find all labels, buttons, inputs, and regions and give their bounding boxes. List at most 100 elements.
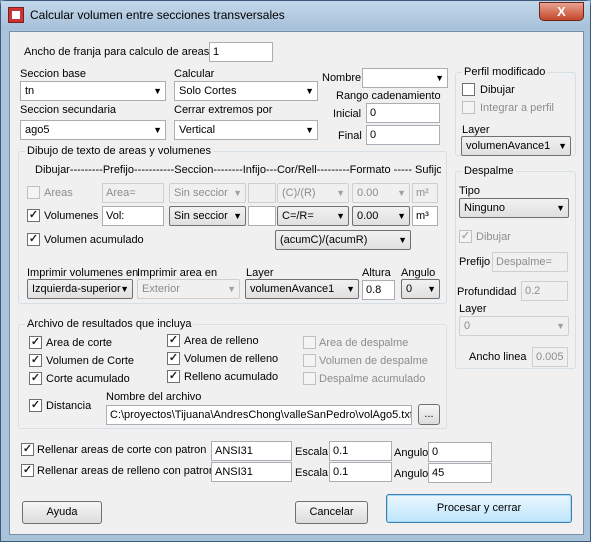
perfil-integrar-checkbox[interactable] — [462, 101, 475, 114]
patron-corte-input[interactable]: ANSI31 — [211, 441, 292, 461]
dibujo-column-header: Dibujar---------Prefijo-----------Seccio… — [35, 164, 441, 176]
area-despalme-checkbox[interactable] — [303, 336, 316, 349]
volumen-relleno-checkbox[interactable]: ✓ — [167, 352, 180, 365]
angulo-value: 0 — [406, 283, 413, 295]
volumenes-sufijo-input[interactable]: m³ — [412, 206, 438, 226]
areas-correll-select[interactable]: (C)/(R) ▼ — [277, 183, 349, 203]
area-corte-checkbox[interactable]: ✓ — [29, 336, 42, 349]
patron-corte-angulo-label: Angulo — [394, 447, 429, 459]
despalme-acumulado-checkbox[interactable] — [303, 372, 316, 385]
cerrar-extremos-select[interactable]: Vertical ▼ — [174, 120, 318, 140]
imprimir-area-label: Imprimir area en — [137, 267, 218, 279]
calcular-select[interactable]: Solo Cortes ▼ — [174, 81, 318, 101]
volumenes-correll-value: C=/R= — [282, 210, 314, 222]
volumenes-correll-select[interactable]: C=/R= ▼ — [277, 206, 349, 226]
areas-prefijo-input[interactable]: Area= — [102, 183, 164, 203]
chevron-down-icon: ▼ — [558, 141, 567, 151]
relleno-acumulado-checkbox[interactable]: ✓ — [167, 370, 180, 383]
rango-label: Rango cadenamiento — [336, 90, 441, 102]
ayuda-button[interactable]: Ayuda — [22, 501, 102, 524]
volumenes-seccion-select[interactable]: Sin seccior ▼ — [169, 206, 246, 226]
app-icon — [8, 7, 24, 23]
despalme-layer-label: Layer — [459, 303, 487, 315]
corte-acumulado-checkbox[interactable]: ✓ — [29, 372, 42, 385]
chevron-down-icon: ▼ — [398, 235, 407, 245]
perfil-layer-select[interactable]: volumenAvance1 ▼ — [461, 136, 571, 156]
patron-corte-angulo-input[interactable]: 0 — [428, 442, 492, 462]
cancelar-button[interactable]: Cancelar — [295, 501, 368, 524]
seccion-base-select[interactable]: tn ▼ — [20, 81, 166, 101]
nombre-select[interactable]: ▼ — [362, 68, 448, 88]
volumenes-checkbox[interactable]: ✓ — [27, 209, 40, 222]
volumen-acumulado-label: Volumen acumulado — [44, 234, 144, 246]
imprimir-area-select[interactable]: Exterior ▼ — [137, 279, 240, 299]
title-bar: Calcular volumen entre secciones transve… — [1, 1, 590, 29]
patron-relleno-input[interactable]: ANSI31 — [211, 462, 292, 482]
patron-relleno-checkbox[interactable]: ✓ — [21, 464, 34, 477]
perfil-layer-label: Layer — [462, 124, 490, 136]
areas-formato-select[interactable]: 0.00 ▼ — [352, 183, 410, 203]
perfil-dibujar-checkbox[interactable] — [462, 83, 475, 96]
chevron-down-icon: ▼ — [346, 284, 355, 294]
patron-corte-checkbox[interactable]: ✓ — [21, 443, 34, 456]
inicial-input[interactable]: 0 — [366, 103, 440, 123]
corte-acumulado-label: Corte acumulado — [46, 373, 130, 385]
final-label: Final — [338, 130, 362, 142]
volumen-acumulado-checkbox[interactable]: ✓ — [27, 233, 40, 246]
seccion-secundaria-select[interactable]: ago5 ▼ — [20, 120, 166, 140]
patron-relleno-escala-input[interactable]: 0.1 — [329, 462, 392, 482]
despalme-tipo-select[interactable]: Ninguno ▼ — [459, 198, 569, 218]
patron-relleno-angulo-input[interactable]: 45 — [428, 463, 492, 483]
despalme-tipo-value: Ninguno — [464, 202, 505, 214]
dialog-body: Ancho de franja para calculo de areas 1 … — [9, 31, 584, 535]
nombre-archivo-label: Nombre del archivo — [106, 391, 202, 403]
cerrar-extremos-label: Cerrar extremos por — [174, 104, 273, 116]
imprimir-volumenes-label: Imprimir volumenes en — [27, 267, 139, 279]
volumen-acumulado-select[interactable]: (acumC)/(acumR) ▼ — [275, 230, 411, 250]
volumen-despalme-checkbox[interactable] — [303, 354, 316, 367]
volumen-corte-checkbox[interactable]: ✓ — [29, 354, 42, 367]
distancia-checkbox[interactable]: ✓ — [29, 399, 42, 412]
despalme-profundidad-input[interactable]: 0.2 — [521, 281, 568, 301]
imprimir-volumenes-select[interactable]: Izquierda-superior ▼ — [27, 279, 133, 299]
volumen-corte-label: Volumen de Corte — [46, 355, 135, 367]
despalme-prefijo-input[interactable]: Despalme= — [492, 252, 568, 272]
ancho-label: Ancho de franja para calculo de areas — [24, 46, 210, 58]
dibujo-layer-select[interactable]: volumenAvance1 ▼ — [245, 279, 359, 299]
areas-seccion-select[interactable]: Sin seccior ▼ — [169, 183, 246, 203]
chevron-down-icon: ▼ — [305, 125, 314, 135]
despalme-layer-select[interactable]: 0 ▼ — [459, 316, 569, 336]
areas-infijo-input[interactable] — [248, 183, 276, 203]
chevron-down-icon: ▼ — [153, 86, 162, 96]
seccion-secundaria-label: Seccion secundaria — [20, 104, 117, 116]
dialog-window: Calcular volumen entre secciones transve… — [0, 0, 591, 542]
despalme-dibujar-checkbox[interactable]: ✓ — [459, 230, 472, 243]
nombre-archivo-input[interactable]: C:\proyectos\Tijuana\AndresChong\valleSa… — [106, 405, 412, 425]
areas-checkbox[interactable] — [27, 186, 40, 199]
relleno-acumulado-label: Relleno acumulado — [184, 371, 279, 383]
patron-relleno-angulo-label: Angulo — [394, 468, 429, 480]
volumenes-formato-select[interactable]: 0.00 ▼ — [352, 206, 410, 226]
chevron-down-icon: ▼ — [233, 188, 242, 198]
ancho-linea-input[interactable]: 0.005 — [532, 347, 568, 367]
altura-input[interactable]: 0.8 — [362, 280, 395, 300]
volumenes-infijo-input[interactable] — [248, 206, 276, 226]
procesar-cerrar-button[interactable]: Procesar y cerrar — [386, 494, 572, 523]
browse-button[interactable]: ... — [418, 404, 440, 425]
despalme-prefijo-label: Prefijo — [459, 256, 491, 268]
areas-sufijo-input[interactable]: m² — [412, 183, 438, 203]
ancho-input[interactable]: 1 — [209, 42, 273, 62]
final-input[interactable]: 0 — [366, 125, 440, 145]
despalme-dibujar-label: Dibujar — [476, 231, 511, 243]
chevron-down-icon: ▼ — [227, 284, 236, 294]
area-relleno-checkbox[interactable]: ✓ — [167, 334, 180, 347]
inicial-label: Inicial — [333, 108, 362, 120]
volumenes-prefijo-input[interactable]: Vol: — [102, 206, 164, 226]
volumen-relleno-label: Volumen de relleno — [184, 353, 279, 365]
chevron-down-icon: ▼ — [427, 284, 436, 294]
volumen-acumulado-value: (acumC)/(acumR) — [280, 234, 368, 246]
angulo-select[interactable]: 0 ▼ — [401, 279, 440, 299]
patron-corte-escala-input[interactable]: 0.1 — [329, 441, 392, 461]
seccion-secundaria-value: ago5 — [25, 124, 50, 136]
close-button[interactable]: X — [539, 2, 584, 21]
